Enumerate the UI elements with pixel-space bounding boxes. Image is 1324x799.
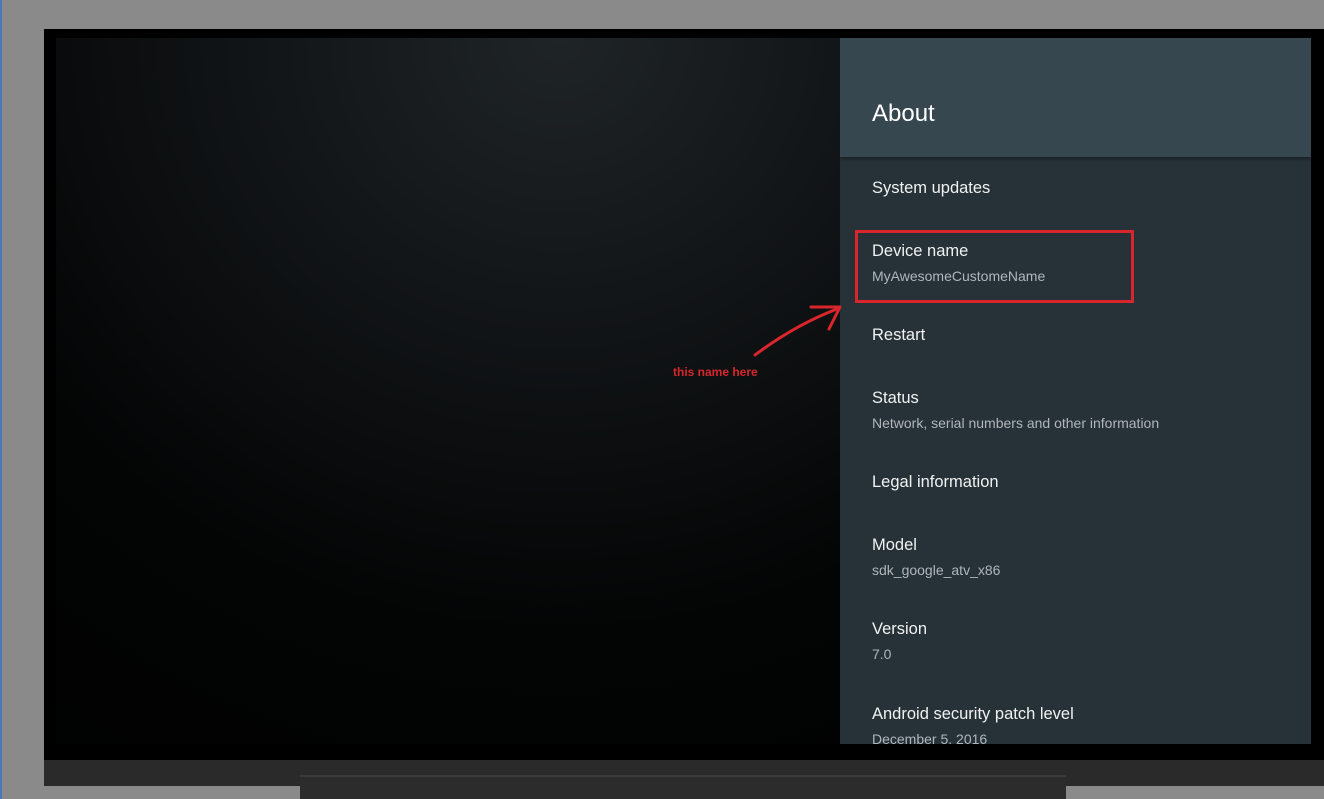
item-title: Version: [872, 620, 928, 638]
tv-stand: [300, 775, 1066, 799]
annotation-label: this name here: [673, 365, 758, 379]
item-title: System updates: [872, 179, 991, 197]
window-edge: [0, 0, 2, 799]
item-title: Android security patch level: [872, 705, 1074, 723]
annotation-arrow-icon: [753, 305, 842, 357]
panel-header: About: [840, 38, 1311, 157]
tv-screen: About System updates Device name MyAweso…: [56, 38, 1311, 744]
item-subtitle: Network, serial numbers and other inform…: [872, 415, 1160, 431]
settings-item-system-updates[interactable]: System updates: [840, 178, 1311, 198]
item-title: Model: [872, 536, 917, 554]
annotation-highlight-box: [855, 230, 1134, 303]
item-subtitle: sdk_google_atv_x86: [872, 562, 1001, 578]
settings-panel: About System updates Device name MyAweso…: [840, 38, 1311, 744]
settings-item-model[interactable]: Model sdk_google_atv_x86: [840, 535, 1311, 579]
item-title: Status: [872, 389, 919, 407]
settings-item-status[interactable]: Status Network, serial numbers and other…: [840, 388, 1311, 432]
settings-item-security-patch-level[interactable]: Android security patch level December 5,…: [840, 704, 1311, 744]
item-title: Restart: [872, 326, 926, 344]
item-title: Legal information: [872, 473, 999, 491]
settings-item-restart[interactable]: Restart: [840, 325, 1311, 345]
page-title: About: [872, 100, 935, 127]
item-subtitle: December 5, 2016: [872, 731, 988, 744]
settings-item-legal-information[interactable]: Legal information: [840, 472, 1311, 492]
settings-item-version[interactable]: Version 7.0: [840, 619, 1311, 663]
item-subtitle: 7.0: [872, 646, 892, 662]
